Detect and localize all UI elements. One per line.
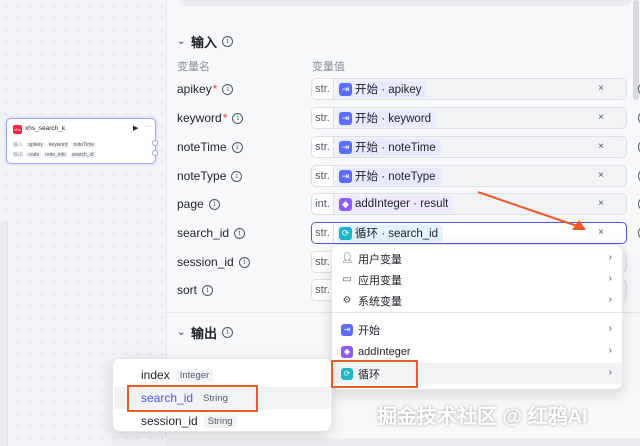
chevron-down-icon: ⌄ bbox=[177, 35, 186, 47]
reference-chip: ⇥ 开始 · noteTime bbox=[337, 138, 441, 156]
panel-bottom-strip bbox=[166, 438, 640, 446]
start-node-icon: ⇥ bbox=[339, 111, 352, 125]
type-selector[interactable]: str. bbox=[312, 108, 334, 128]
chevron-right-icon: › bbox=[608, 323, 612, 334]
var-value-field[interactable]: str. ⇥ 开始 · noteType × bbox=[311, 165, 640, 187]
reference-chip: ⟳ 循环 · search_id bbox=[337, 224, 444, 242]
submenu-item-session-id[interactable]: session_id String bbox=[114, 410, 330, 432]
cube-icon: ◆ bbox=[339, 197, 352, 211]
submenu-item-index[interactable]: index Integer bbox=[114, 364, 330, 386]
chevron-right-icon: › bbox=[608, 294, 612, 305]
input-row-notetime: noteTime i str. ⇥ 开始 · noteTime × bbox=[167, 136, 640, 158]
info-icon[interactable]: i bbox=[222, 35, 234, 47]
chevron-right-icon: › bbox=[608, 273, 612, 284]
info-icon[interactable]: i bbox=[208, 198, 220, 210]
info-icon[interactable]: i bbox=[202, 284, 214, 296]
chevron-right-icon: › bbox=[608, 367, 612, 378]
type-selector[interactable]: str. bbox=[312, 137, 334, 157]
clear-icon[interactable]: × bbox=[598, 198, 604, 209]
annotation-arrow bbox=[477, 191, 586, 230]
var-name: session_id i bbox=[177, 255, 250, 269]
var-name: search_id i bbox=[177, 226, 246, 240]
node-output-port[interactable] bbox=[152, 140, 158, 146]
start-node-icon: ⇥ bbox=[339, 140, 352, 154]
start-node-icon: ⇥ bbox=[339, 82, 352, 96]
chevron-right-icon: › bbox=[608, 345, 612, 356]
output-section-title: 输出 bbox=[191, 325, 218, 341]
annotation-highlight-search-id bbox=[127, 385, 258, 412]
info-icon[interactable]: i bbox=[234, 227, 246, 239]
user-icon: 👤︎ bbox=[341, 252, 354, 264]
node-outputs-row: 输出 code note_info search_id bbox=[13, 152, 96, 158]
type-selector[interactable]: str. bbox=[312, 166, 334, 186]
reference-chip: ⇥ 开始 · noteType bbox=[337, 167, 441, 185]
column-header-value: 变量值 bbox=[312, 61, 345, 73]
more-icon[interactable]: ··· bbox=[144, 123, 151, 130]
cube-icon: ◆ bbox=[341, 345, 353, 358]
node-inputs-row: 输入 apikey keyword noteTime bbox=[13, 142, 97, 148]
annotation-highlight-loop bbox=[331, 360, 418, 388]
gear-icon: ⚙ bbox=[342, 294, 352, 306]
clear-icon[interactable]: × bbox=[598, 141, 604, 152]
xhs-logo-icon: xhs bbox=[13, 125, 22, 134]
input-section-header[interactable]: ⌄ 输入 i bbox=[177, 32, 234, 50]
var-name: noteType i bbox=[177, 169, 243, 183]
loop-icon: ⟳ bbox=[339, 226, 352, 240]
watermark: 掘金技术社区 @ 红鸦AI bbox=[377, 406, 588, 428]
input-row-notetype: noteType i str. ⇥ 开始 · noteType × bbox=[167, 165, 640, 187]
input-row-keyword: keyword * i str. ⇥ 开始 · keyword × bbox=[167, 107, 640, 129]
type-selector[interactable]: int. bbox=[312, 194, 334, 214]
folder-icon: ▭ bbox=[342, 273, 352, 285]
type-selector[interactable]: str. bbox=[312, 79, 334, 99]
dropdown-item-addinteger[interactable]: ◆ addInteger › bbox=[332, 341, 622, 362]
var-value-field[interactable]: str. ⇥ 开始 · apikey × bbox=[311, 78, 640, 100]
canvas-minimap-edge bbox=[0, 222, 8, 446]
dropdown-item-app-vars[interactable]: ▭ 应用变量 › bbox=[332, 269, 622, 290]
node-output-port[interactable] bbox=[152, 150, 158, 156]
clear-icon[interactable]: × bbox=[598, 112, 604, 123]
type-selector[interactable]: str. bbox=[312, 223, 334, 243]
reference-chip: ⇥ 开始 · keyword bbox=[337, 109, 437, 127]
column-header-name: 变量名 bbox=[177, 61, 210, 73]
input-section-title: 输入 bbox=[191, 34, 218, 50]
info-icon[interactable]: i bbox=[238, 256, 250, 268]
plugin-node-xhs-search[interactable]: xhs xhs_search_k ▶ ··· 输入 apikey keyword n… bbox=[6, 118, 158, 164]
chevron-down-icon: ⌄ bbox=[177, 326, 186, 338]
info-icon[interactable]: i bbox=[231, 170, 243, 182]
node-title: xhs_search_k bbox=[25, 125, 66, 132]
var-name: keyword * i bbox=[177, 111, 244, 125]
dropdown-item-system-vars[interactable]: ⚙ 系统变量 › bbox=[332, 290, 622, 311]
info-icon[interactable]: i bbox=[231, 141, 243, 153]
reference-chip: ⇥ 开始 · apikey bbox=[337, 80, 427, 98]
var-name: noteTime i bbox=[177, 140, 243, 154]
dropdown-divider bbox=[332, 312, 622, 313]
dropdown-item-user-vars[interactable]: 👤︎ 用户变量 › bbox=[332, 248, 622, 269]
play-icon[interactable]: ▶ bbox=[133, 124, 138, 132]
input-row-apikey: apikey * i str. ⇥ 开始 · apikey × bbox=[167, 78, 640, 100]
start-node-icon: ⇥ bbox=[339, 169, 352, 183]
reference-chip: ◆ addInteger · result bbox=[337, 195, 454, 213]
info-icon[interactable]: i bbox=[222, 326, 234, 338]
info-icon[interactable]: i bbox=[232, 112, 244, 124]
dropdown-item-start[interactable]: ⇥ 开始 › bbox=[332, 319, 622, 340]
clear-icon[interactable]: × bbox=[598, 227, 604, 238]
clear-icon[interactable]: × bbox=[598, 170, 604, 181]
var-name: sort i bbox=[177, 283, 214, 297]
clear-icon[interactable]: × bbox=[598, 83, 604, 94]
var-value-field[interactable]: str. ⇥ 开始 · keyword × bbox=[311, 107, 640, 129]
var-name: apikey * i bbox=[177, 82, 234, 96]
start-node-icon: ⇥ bbox=[341, 323, 353, 336]
output-section-header[interactable]: ⌄ 输出 i bbox=[177, 323, 234, 341]
panel-top-strip bbox=[179, 0, 631, 6]
var-value-field[interactable]: str. ⇥ 开始 · noteTime × bbox=[311, 136, 640, 158]
info-icon[interactable]: i bbox=[222, 83, 234, 95]
chevron-right-icon: › bbox=[608, 252, 612, 263]
var-name: page i bbox=[177, 197, 220, 211]
